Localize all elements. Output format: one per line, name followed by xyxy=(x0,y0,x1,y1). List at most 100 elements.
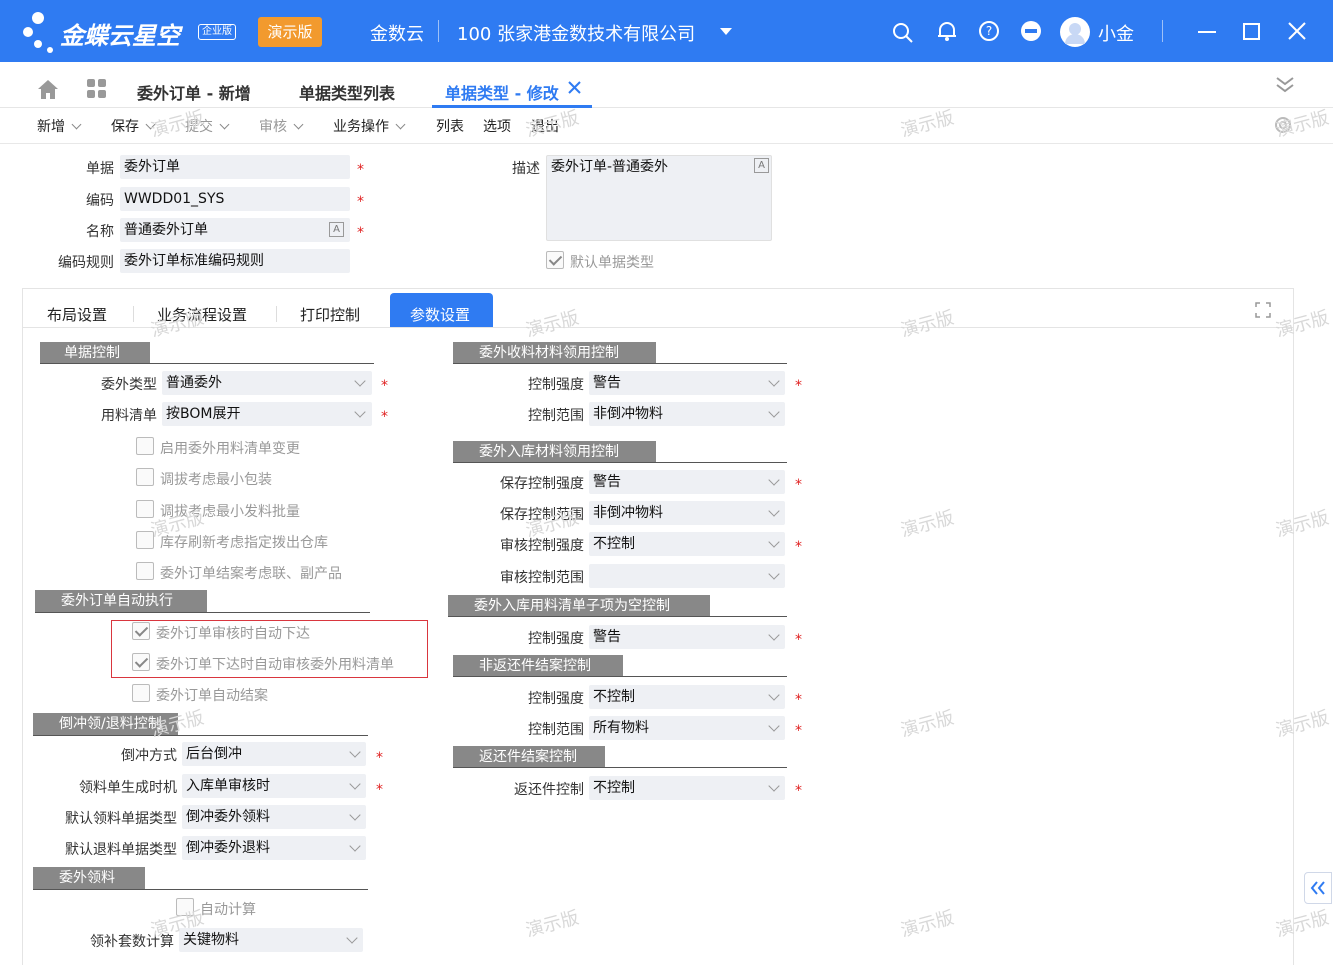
kit-select[interactable]: 关键物料 xyxy=(179,928,363,952)
section-line xyxy=(453,462,787,463)
s1-scope-label: 控制范围 xyxy=(528,408,584,424)
apps-grid-icon[interactable] xyxy=(87,79,107,103)
multilang-icon[interactable]: A xyxy=(329,222,344,237)
brand-name: 金蝶云星空 xyxy=(60,22,180,50)
s4-strength-label: 控制强度 xyxy=(528,691,584,707)
tab-outsource-order-new[interactable]: 委外订单 - 新增 xyxy=(137,80,251,104)
section-doc-control: 单据控制 xyxy=(40,342,150,364)
required-mark: * xyxy=(795,783,802,799)
list-button[interactable]: 列表 xyxy=(436,116,464,136)
required-mark: * xyxy=(381,378,388,394)
business-ops-button[interactable]: 业务操作 xyxy=(333,116,406,136)
required-mark: * xyxy=(795,378,802,394)
help-icon[interactable]: ? xyxy=(978,20,1000,46)
bf-return-select[interactable]: 倒冲委外退料 xyxy=(182,836,366,860)
checkbox-auto-calc-label: 自动计算 xyxy=(200,902,256,918)
chevron-down-icon[interactable] xyxy=(293,119,304,130)
minus-circle-icon[interactable] xyxy=(1020,20,1042,46)
bom-label: 用料清单 xyxy=(101,408,157,424)
bf-mode-select[interactable]: 后台倒冲 xyxy=(182,742,366,766)
s4-scope-label: 控制范围 xyxy=(528,722,584,738)
tab-print[interactable]: 打印控制 xyxy=(300,304,360,325)
tab-bar: 委外订单 - 新增 单据类型列表 单据类型 - 修改 xyxy=(0,62,1333,108)
close-icon[interactable] xyxy=(1288,22,1306,44)
checkbox-min-package[interactable] xyxy=(136,468,154,486)
code-field[interactable]: WWDD01_SYS xyxy=(120,187,350,211)
required-mark: * xyxy=(376,782,383,798)
org-selector[interactable]: 100 张家港金数技术有限公司 xyxy=(457,20,695,46)
org-dropdown-icon[interactable] xyxy=(720,28,732,35)
default-type-checkbox[interactable] xyxy=(546,251,564,269)
new-button[interactable]: 新增 xyxy=(37,116,82,136)
panel-tab-divider-1 xyxy=(133,306,134,322)
s4-strength-select[interactable]: 不控制 xyxy=(589,685,785,709)
s5-select[interactable]: 不控制 xyxy=(589,776,785,800)
search-icon[interactable] xyxy=(892,22,914,48)
section-auto-exec: 委外订单自动执行 xyxy=(35,590,207,612)
maximize-icon[interactable] xyxy=(1243,23,1260,40)
checkbox-auto-audit-bom-label: 委外订单下达时自动审核委外用料清单 xyxy=(156,657,394,673)
name-field[interactable]: 普通委外订单 xyxy=(120,218,350,242)
tab-params-label: 参数设置 xyxy=(410,306,471,324)
desc-label: 描述 xyxy=(512,161,540,177)
checkbox-auto-release[interactable] xyxy=(132,622,150,640)
bf-pick-label: 默认领料单据类型 xyxy=(65,811,177,827)
expand-icon[interactable] xyxy=(1255,302,1271,322)
product-name[interactable]: 金数云 xyxy=(370,20,424,46)
s1-scope-select[interactable]: 非倒冲物料 xyxy=(589,402,785,426)
bf-pick-select[interactable]: 倒冲委外领料 xyxy=(182,805,366,829)
checkbox-min-package-label: 调拔考虑最小包装 xyxy=(160,472,272,488)
multilang-icon[interactable]: A xyxy=(754,158,769,173)
user-name[interactable]: 小金 xyxy=(1098,20,1134,46)
checkbox-close-byproduct[interactable] xyxy=(136,562,154,580)
audit-label: 审核 xyxy=(259,119,287,135)
required-mark: * xyxy=(795,632,802,648)
rule-field[interactable]: 委外订单标准编码规则 xyxy=(120,249,350,273)
doc-field[interactable]: 委外订单 xyxy=(120,155,350,179)
collapse-down-icon[interactable] xyxy=(1275,76,1295,98)
s3-strength-select[interactable]: 警告 xyxy=(589,625,785,649)
tab-doc-type-edit[interactable]: 单据类型 - 修改 xyxy=(445,80,559,104)
checkbox-auto-audit-bom[interactable] xyxy=(132,653,150,671)
checkbox-stock-refresh-label: 库存刷新考虑指定拨出仓库 xyxy=(160,535,328,551)
minimize-icon[interactable] xyxy=(1198,31,1216,33)
demo-badge: 演示版 xyxy=(258,17,322,47)
tab-layout[interactable]: 布局设置 xyxy=(47,304,107,325)
s2-audit-strength-select[interactable]: 不控制 xyxy=(589,532,785,556)
chevron-down-icon[interactable] xyxy=(71,119,82,130)
title-divider-2 xyxy=(1162,20,1163,42)
checkbox-auto-close[interactable] xyxy=(132,684,150,702)
required-mark: * xyxy=(795,477,802,493)
tab-doc-type-list[interactable]: 单据类型列表 xyxy=(299,80,395,104)
checkbox-auto-close-label: 委外订单自动结案 xyxy=(156,688,268,704)
bf-time-select[interactable]: 入库单审核时 xyxy=(182,774,366,798)
required-mark: * xyxy=(795,723,802,739)
checkbox-auto-release-label: 委外订单审核时自动下达 xyxy=(156,626,310,642)
s2-save-scope-select[interactable]: 非倒冲物料 xyxy=(589,501,785,525)
bom-select[interactable]: 按BOM展开 xyxy=(162,402,372,426)
side-collapse-button[interactable] xyxy=(1304,872,1332,904)
panel-tab-line xyxy=(23,327,1293,328)
bell-icon[interactable] xyxy=(936,20,958,46)
section-instock-material: 委外入库材料领用控制 xyxy=(453,441,656,463)
required-mark: * xyxy=(381,409,388,425)
tab-close-icon[interactable] xyxy=(568,81,581,98)
chevron-down-icon[interactable] xyxy=(219,119,230,130)
options-button[interactable]: 选项 xyxy=(483,116,511,136)
s2-save-strength-label: 保存控制强度 xyxy=(500,476,584,492)
s4-scope-select[interactable]: 所有物料 xyxy=(589,716,785,740)
home-icon[interactable] xyxy=(36,78,60,104)
s1-strength-label: 控制强度 xyxy=(528,377,584,393)
s2-save-strength-select[interactable]: 警告 xyxy=(589,470,785,494)
desc-textarea[interactable]: 委外订单-普通委外 xyxy=(546,155,772,241)
avatar[interactable] xyxy=(1060,17,1090,47)
panel-tab-divider-2 xyxy=(276,306,277,322)
audit-button[interactable]: 审核 xyxy=(259,116,304,136)
required-mark: * xyxy=(376,750,383,766)
outsource-type-select[interactable]: 普通委外 xyxy=(162,371,372,395)
chevron-down-icon[interactable] xyxy=(395,119,406,130)
s2-audit-scope-select[interactable] xyxy=(589,564,785,588)
checkbox-bom-change[interactable] xyxy=(136,437,154,455)
s1-strength-select[interactable]: 警告 xyxy=(589,371,785,395)
svg-text:?: ? xyxy=(986,24,992,38)
